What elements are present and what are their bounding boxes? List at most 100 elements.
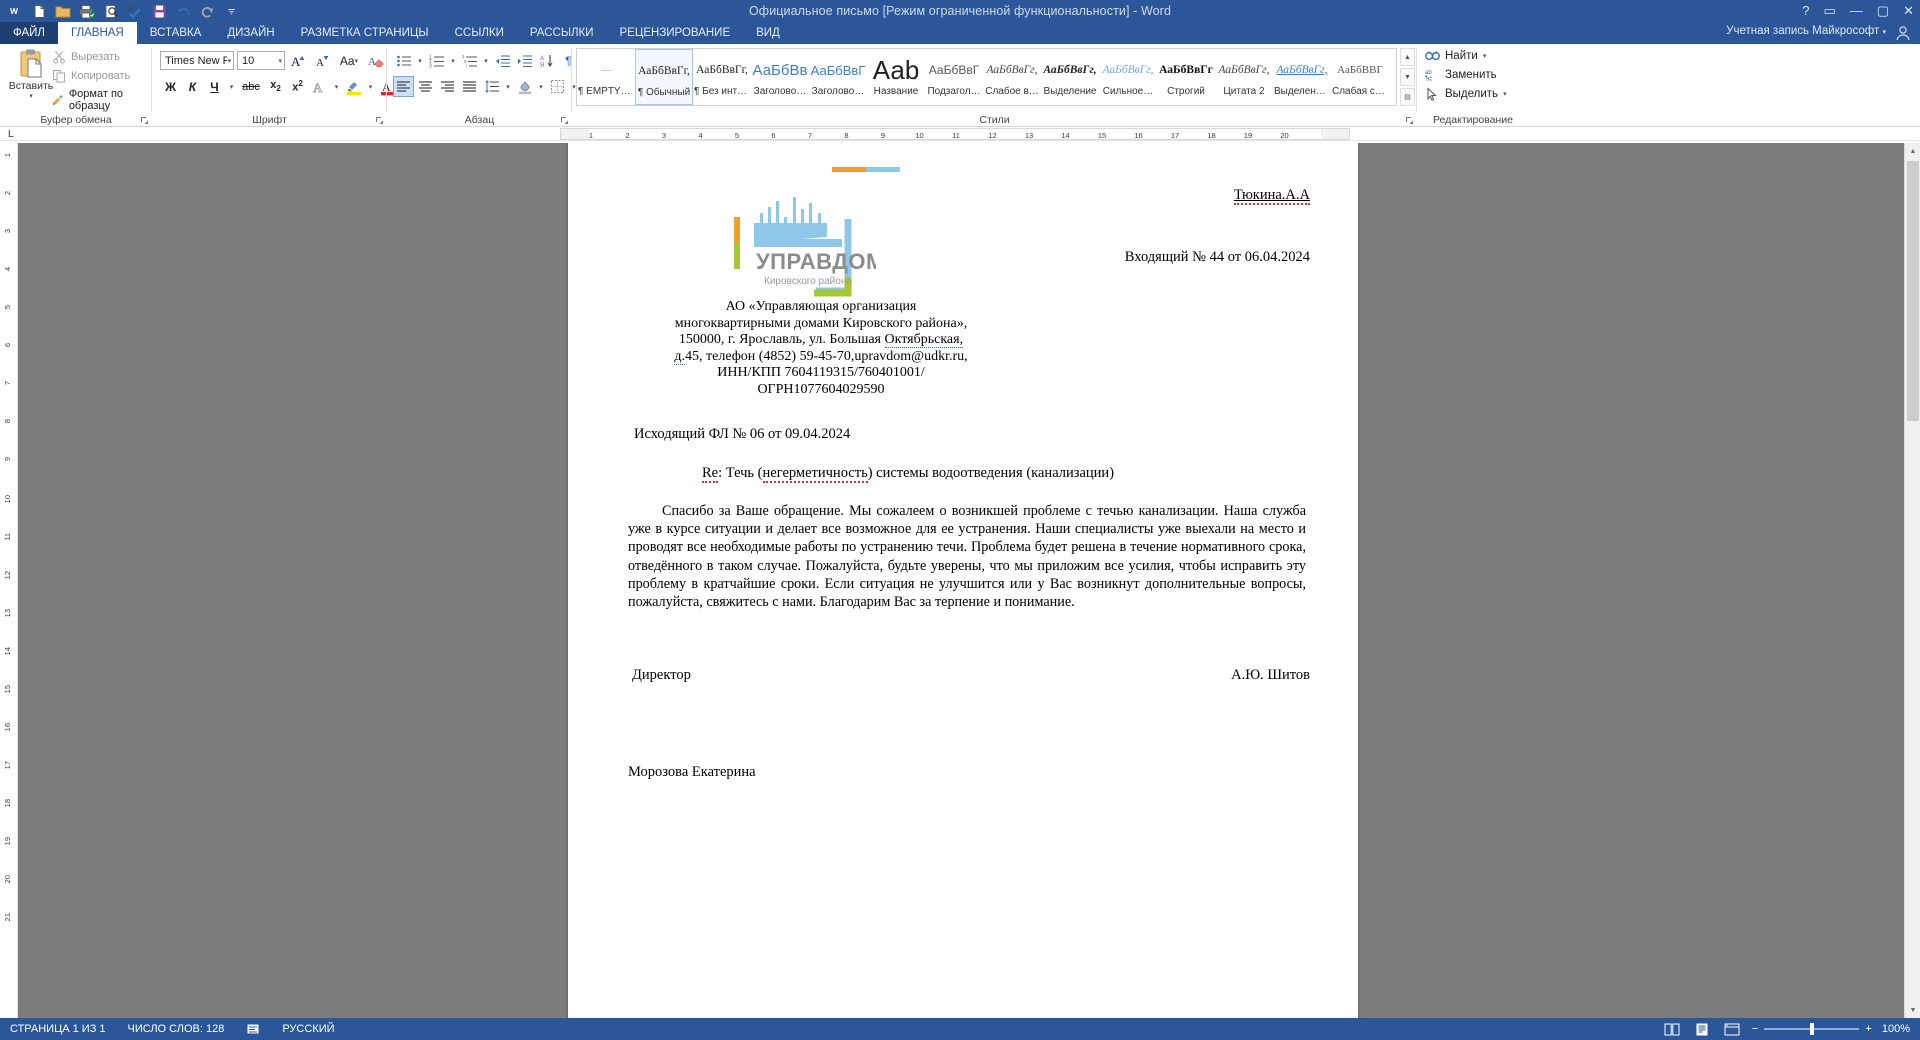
style-item-8[interactable]: АаБбВвГг, Выделение xyxy=(1041,49,1099,105)
change-case-button[interactable]: Aa ▾ xyxy=(336,50,362,71)
tab-review[interactable]: РЕЦЕНЗИРОВАНИЕ xyxy=(607,22,744,44)
style-item-10[interactable]: АаБбВвГг Строгий xyxy=(1157,49,1215,105)
tab-home[interactable]: ГЛАВНАЯ xyxy=(57,22,137,44)
styles-scroll-controls[interactable]: ▲ ▼ ▤ xyxy=(1400,48,1415,106)
web-layout-icon[interactable] xyxy=(1722,1021,1742,1037)
undo-icon[interactable] xyxy=(172,1,194,21)
customize-qat-icon[interactable] xyxy=(220,1,242,21)
zoom-in-button[interactable]: + xyxy=(1865,1023,1871,1035)
account-label[interactable]: Учетная запись Майкрософт ▾ xyxy=(1726,25,1886,37)
tab-design[interactable]: ДИЗАЙН xyxy=(214,22,287,44)
proofing-status-icon[interactable] xyxy=(246,1023,260,1036)
numbered-list-button[interactable]: 123 xyxy=(426,50,447,71)
font-dialog-launcher-icon[interactable] xyxy=(375,116,384,125)
paste-dropdown-caret[interactable]: ▾ xyxy=(8,92,54,100)
find-caret[interactable]: ▾ xyxy=(1483,52,1487,60)
select-button[interactable]: Выделить ▾ xyxy=(1425,87,1507,101)
style-item-0[interactable]: — ¶ EMPTY_... xyxy=(577,49,635,105)
styles-gallery[interactable]: — ¶ EMPTY_... АаБбВвГг, ¶ Обычный АаБбВвГг, ¶… xyxy=(576,48,1397,106)
scroll-down-icon[interactable]: ▼ xyxy=(1905,1002,1920,1018)
zoom-out-button[interactable]: − xyxy=(1752,1023,1758,1035)
styles-scroll-down-icon[interactable]: ▼ xyxy=(1400,68,1415,86)
minimize-button[interactable]: — xyxy=(1850,0,1863,22)
style-item-13[interactable]: АаБбВВГ Слабая сс… xyxy=(1331,49,1389,105)
borders-button[interactable] xyxy=(547,76,568,97)
style-item-6[interactable]: АаБбВвГ Подзагол… xyxy=(925,49,983,105)
underline-dropdown-caret[interactable]: ▾ xyxy=(226,76,237,97)
print-icon[interactable] xyxy=(76,1,98,21)
vertical-scrollbar[interactable]: ▲ ▼ xyxy=(1904,143,1920,1018)
tab-view[interactable]: ВИД xyxy=(743,22,793,44)
tab-page-layout[interactable]: РАЗМЕТКА СТРАНИЦЫ xyxy=(288,22,442,44)
format-painter-button[interactable]: Формат по образцу xyxy=(52,88,152,112)
select-caret[interactable]: ▾ xyxy=(1503,90,1507,98)
style-item-1[interactable]: АаБбВвГг, ¶ Обычный xyxy=(635,49,693,105)
multilevel-list-button[interactable]: 1ai xyxy=(459,50,480,71)
tab-file[interactable]: ФАЙЛ xyxy=(0,22,58,44)
scrollbar-thumb[interactable] xyxy=(1907,161,1919,421)
style-item-9[interactable]: АаБбВвГг, Сильное… xyxy=(1099,49,1157,105)
cut-button[interactable]: Вырезать xyxy=(52,50,152,64)
shading-button[interactable] xyxy=(514,76,535,97)
increase-indent-button[interactable] xyxy=(514,50,535,71)
style-item-4[interactable]: АаБбВвГ Заголово… xyxy=(809,49,867,105)
word-count[interactable]: ЧИСЛО СЛОВ: 128 xyxy=(128,1023,225,1035)
clear-formatting-button[interactable]: A xyxy=(365,50,386,71)
highlight-color-button[interactable] xyxy=(343,76,364,97)
save-icon[interactable] xyxy=(148,1,170,21)
replace-button[interactable]: ab ac Заменить xyxy=(1425,68,1507,82)
style-item-3[interactable]: АаБбВв Заголово… xyxy=(751,49,809,105)
tab-mailings[interactable]: РАССЫЛКИ xyxy=(517,22,607,44)
print-preview-icon[interactable] xyxy=(100,1,122,21)
multilevel-caret[interactable]: ▾ xyxy=(481,50,491,71)
help-button[interactable]: ? xyxy=(1802,0,1809,22)
align-center-button[interactable] xyxy=(415,76,436,97)
bold-button[interactable]: Ж xyxy=(160,76,181,97)
tab-stop-selector[interactable]: L xyxy=(8,129,14,140)
paragraph-dialog-launcher-icon[interactable] xyxy=(560,116,569,125)
styles-scroll-up-icon[interactable]: ▲ xyxy=(1400,48,1415,66)
align-left-button[interactable] xyxy=(393,76,414,97)
line-spacing-caret[interactable]: ▾ xyxy=(503,76,513,97)
vertical-ruler[interactable]: 1 2 3 4 5 6 7 8 9 10 11 12 13 14 15 16 17 18 19 20 21 xyxy=(0,143,18,1018)
new-document-icon[interactable] xyxy=(28,1,50,21)
account-avatar-icon[interactable] xyxy=(1894,24,1912,42)
bullet-caret[interactable]: ▾ xyxy=(415,50,425,71)
shading-caret[interactable]: ▾ xyxy=(536,76,546,97)
font-family-combo[interactable]: Times New R ▾ xyxy=(160,51,234,70)
numbered-caret[interactable]: ▾ xyxy=(448,50,458,71)
decrease-indent-button[interactable] xyxy=(492,50,513,71)
zoom-level[interactable]: 100% xyxy=(1882,1023,1910,1035)
chevron-down-icon[interactable]: ▾ xyxy=(227,57,231,65)
style-item-12[interactable]: АаБбВвГг, Выделенн… xyxy=(1273,49,1331,105)
underline-button[interactable]: Ч xyxy=(204,76,225,97)
tab-insert[interactable]: ВСТАВКА xyxy=(137,22,215,44)
sort-button[interactable]: АЯ xyxy=(536,50,557,71)
text-effects-caret[interactable]: ▾ xyxy=(331,76,342,97)
zoom-slider[interactable]: − + xyxy=(1752,1023,1872,1035)
horizontal-ruler-track[interactable]: 1 2 3 4 5 6 7 8 9 10 11 12 13 14 15 16 17 18 19 20 xyxy=(560,128,1350,140)
italic-button[interactable]: К xyxy=(182,76,203,97)
clipboard-dialog-launcher-icon[interactable] xyxy=(140,116,149,125)
read-mode-icon[interactable] xyxy=(1662,1021,1682,1037)
copy-button[interactable]: Копировать xyxy=(52,69,152,83)
maximize-button[interactable]: ▢ xyxy=(1877,0,1889,22)
style-item-2[interactable]: АаБбВвГг, ¶ Без инте… xyxy=(693,49,751,105)
font-size-combo[interactable]: 10 ▾ xyxy=(237,51,285,70)
shrink-font-button[interactable]: A xyxy=(312,50,333,71)
ribbon-display-options-button[interactable]: ▭ xyxy=(1824,0,1836,22)
zoom-track[interactable] xyxy=(1764,1023,1860,1035)
align-right-button[interactable] xyxy=(437,76,458,97)
horizontal-ruler[interactable]: L 1 2 3 4 5 6 7 8 9 10 11 12 13 14 15 16 17 18 19 20 xyxy=(0,127,1920,141)
open-folder-icon[interactable] xyxy=(52,1,74,21)
close-button[interactable]: ✕ xyxy=(1903,0,1914,22)
language-indicator[interactable]: РУССКИЙ xyxy=(282,1023,334,1035)
zoom-thumb[interactable] xyxy=(1809,1023,1814,1035)
document-page[interactable]: УПРАВДОМ Кировского района Тюкина.А.А Вх… xyxy=(568,143,1358,1018)
styles-more-icon[interactable]: ▤ xyxy=(1400,88,1415,106)
styles-dialog-launcher-icon[interactable] xyxy=(1405,116,1414,125)
chevron-down-icon[interactable]: ▾ xyxy=(278,57,282,65)
style-item-11[interactable]: АаБбВвГг, Цитата 2 xyxy=(1215,49,1273,105)
superscript-button[interactable]: x2 xyxy=(287,76,308,97)
style-item-5[interactable]: Ааb Название xyxy=(867,49,925,105)
